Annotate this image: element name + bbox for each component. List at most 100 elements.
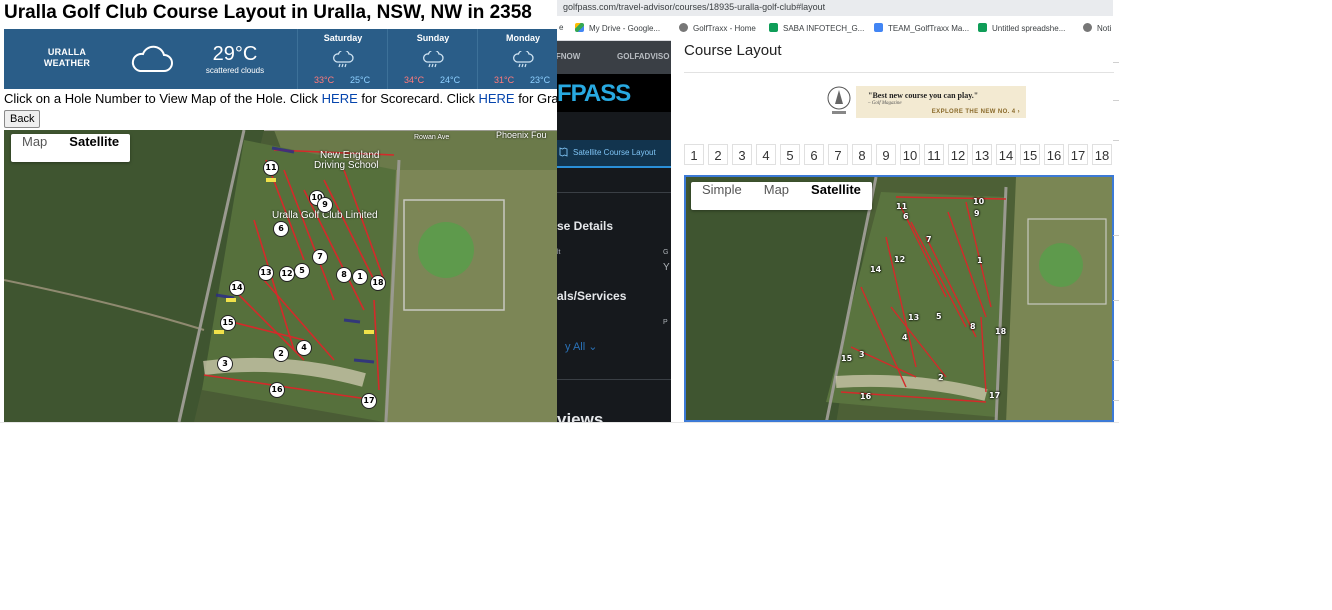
hole-label[interactable]: 12 (894, 255, 905, 264)
hole-marker[interactable]: 13 (258, 265, 274, 281)
ad-cta[interactable]: EXPLORE THE NEW NO. 4 › (932, 109, 1020, 115)
hole-tab[interactable]: 7 (828, 144, 848, 165)
bookmark-item[interactable]: My Drive - Google... (575, 23, 660, 33)
hole-marker[interactable]: 6 (273, 221, 289, 237)
hole-marker[interactable]: 3 (217, 356, 233, 372)
scorecard-link[interactable]: HERE (322, 91, 358, 106)
hole-marker[interactable]: 1 (352, 269, 368, 285)
divider (1113, 62, 1119, 63)
hole-marker[interactable]: 2 (273, 346, 289, 362)
hole-label[interactable]: 3 (859, 350, 865, 359)
weather-widget: URALLA WEATHER 29°C scattered clouds Sat… (4, 29, 557, 89)
golfpass-logo: FPASS (557, 74, 671, 112)
hole-tab[interactable]: 8 (852, 144, 872, 165)
bookmark-item[interactable]: TEAM_GolfTraxx Ma... (874, 23, 969, 33)
hole-label[interactable]: 8 (970, 322, 976, 331)
map-toggle-satellite[interactable]: Satellite (58, 134, 130, 162)
hole-tab[interactable]: 4 (756, 144, 776, 165)
browser-address-bar[interactable]: golfpass.com/travel-advisor/courses/1893… (557, 0, 1113, 16)
weather-condition: scattered clouds (205, 66, 265, 75)
map-label: Phoenix Fou (496, 130, 547, 140)
hole-marker[interactable]: 8 (336, 267, 352, 283)
divider (1113, 400, 1119, 401)
map-toggle-satellite[interactable]: Satellite (800, 182, 872, 210)
hole-marker[interactable]: 7 (312, 249, 328, 265)
hole-label[interactable]: 16 (860, 392, 871, 401)
bookmark-label: TEAM_GolfTraxx Ma... (888, 24, 970, 33)
forecast-low: 23°C (530, 75, 551, 85)
section-heading: als/Services (557, 289, 627, 303)
hole-label[interactable]: 4 (902, 333, 908, 342)
hole-tab[interactable]: 12 (948, 144, 968, 165)
hole-tab[interactable]: 16 (1044, 144, 1064, 165)
hole-tab[interactable]: 11 (924, 144, 944, 165)
bookmark-item[interactable]: SABA INFOTECH_G... (769, 23, 864, 33)
bookmark-item[interactable]: GolfTraxx - Home (679, 23, 756, 33)
hole-label[interactable]: 18 (995, 327, 1006, 336)
forecast-high: 34°C (404, 75, 425, 85)
map-toggle-map[interactable]: Map (753, 182, 800, 210)
hole-label[interactable]: 1 (977, 256, 983, 265)
bookmark-item[interactable]: Untitled spreadshe... (978, 23, 1065, 33)
forecast-low: 24°C (440, 75, 461, 85)
hole-label[interactable]: 17 (989, 391, 1000, 400)
satellite-imagery (686, 177, 1112, 420)
map-toggle-map[interactable]: Map (11, 134, 58, 162)
view-all-link[interactable]: y All ⌄ (565, 340, 597, 353)
back-button[interactable]: Back (4, 110, 41, 128)
hole-marker[interactable]: 18 (370, 275, 386, 291)
bookmark-item[interactable]: Noti (1083, 23, 1111, 33)
bookmarks-bar: e My Drive - Google... GolfTraxx - Home … (557, 16, 1113, 41)
hole-tab[interactable]: 18 (1092, 144, 1112, 165)
map-type-toggle: Map Satellite (11, 134, 131, 162)
hole-marker[interactable]: 5 (294, 263, 310, 279)
current-temperature: 29°C (212, 43, 258, 65)
hole-tab[interactable]: 10 (900, 144, 920, 165)
hole-marker[interactable]: 9 (317, 197, 333, 213)
hole-marker[interactable]: 15 (220, 315, 236, 331)
advertisement-banner[interactable]: "Best new course you can play." – Golf M… (826, 84, 1026, 118)
hole-label[interactable]: 14 (870, 265, 881, 274)
course-satellite-map[interactable]: Simple Map Satellite 11 6 10 9 7 12 1 14… (684, 175, 1114, 422)
gradebook-link[interactable]: HERE (478, 91, 514, 106)
hole-label[interactable]: 11 (896, 202, 907, 211)
hole-tab[interactable]: 5 (780, 144, 800, 165)
hole-label[interactable]: 2 (938, 373, 944, 382)
map-label: Rowan Ave (414, 134, 450, 141)
hole-marker[interactable]: 14 (229, 280, 245, 296)
hole-tab[interactable]: 14 (996, 144, 1016, 165)
hole-tab[interactable]: 15 (1020, 144, 1040, 165)
map-label: Driving School (314, 160, 379, 171)
hole-tab[interactable]: 3 (732, 144, 752, 165)
hole-marker[interactable]: 12 (279, 266, 295, 282)
bookmark-label: Untitled spreadshe... (992, 24, 1066, 33)
hole-marker[interactable]: 16 (269, 382, 285, 398)
hole-label[interactable]: 9 (974, 209, 980, 218)
hole-marker[interactable]: 4 (296, 340, 312, 356)
hole-marker[interactable]: 17 (361, 393, 377, 409)
hole-tab[interactable]: 13 (972, 144, 992, 165)
hole-marker[interactable]: 11 (263, 160, 279, 176)
club-crest-logo (827, 86, 851, 114)
hole-label[interactable]: 6 (903, 212, 909, 221)
bookmark-item[interactable]: e (559, 23, 563, 32)
satellite-map[interactable]: Map Satellite New England Driving School… (4, 130, 557, 422)
hole-label[interactable]: 7 (926, 235, 932, 244)
nav-item-golfnow[interactable]: LFNOW (557, 52, 580, 61)
hole-tab[interactable]: 17 (1068, 144, 1088, 165)
nav-item-golfadvisor[interactable]: GOLFADVISO (617, 52, 669, 61)
hole-label[interactable]: 15 (841, 354, 852, 363)
chevron-down-icon: ⌄ (588, 341, 598, 353)
hole-label[interactable]: 10 (973, 197, 984, 206)
hole-tab[interactable]: 2 (708, 144, 728, 165)
forecast-day-name: Sunday (416, 33, 450, 43)
hole-label[interactable]: 13 (908, 313, 919, 322)
weather-location: URALLA WEATHER (32, 47, 102, 69)
forecast-day-name: Monday (505, 33, 540, 43)
tab-satellite-course-layout[interactable]: Satellite Course Layout (557, 140, 671, 168)
hole-tab[interactable]: 1 (684, 144, 704, 165)
hole-tab[interactable]: 9 (876, 144, 896, 165)
hole-tab[interactable]: 6 (804, 144, 824, 165)
map-toggle-simple[interactable]: Simple (691, 182, 753, 210)
hole-label[interactable]: 5 (936, 312, 942, 321)
